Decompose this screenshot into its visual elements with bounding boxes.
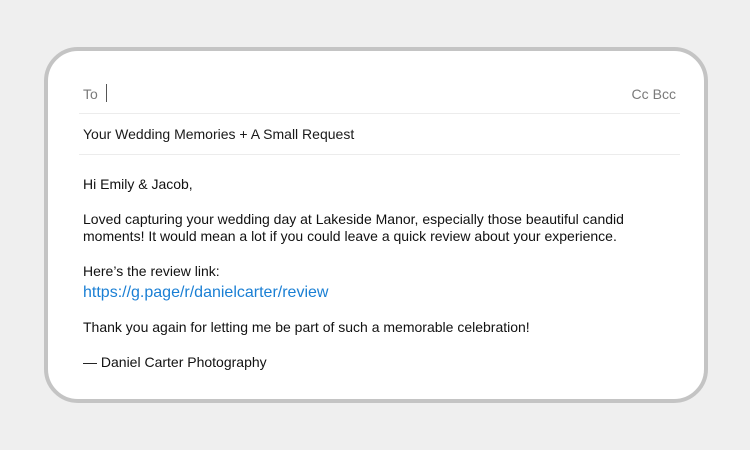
message-body[interactable]: Hi Emily & Jacob, Loved capturing your w… [83,176,678,371]
greeting-text: Hi Emily & Jacob, [83,176,193,192]
cc-bcc-controls: Cc Bcc [632,86,676,102]
review-link[interactable]: https://g.page/r/danielcarter/review [83,283,678,303]
subject-field[interactable]: Your Wedding Memories + A Small Request [83,126,354,142]
main-paragraph: Loved capturing your wedding day at Lake… [83,211,624,244]
email-compose-window: To Cc Bcc Your Wedding Memories + A Small… [44,47,708,403]
thanks-paragraph: Thank you again for letting me be part o… [83,319,530,335]
bcc-button[interactable]: Bcc [653,86,676,102]
cc-button[interactable]: Cc [632,86,649,102]
to-label: To [83,86,98,102]
subject-field-row[interactable]: Your Wedding Memories + A Small Request [79,114,680,155]
review-link-label: Here’s the review link: [83,263,220,279]
signature: — Daniel Carter Photography [83,354,267,370]
to-field-row[interactable]: To Cc Bcc [79,82,680,114]
text-cursor [106,84,107,102]
